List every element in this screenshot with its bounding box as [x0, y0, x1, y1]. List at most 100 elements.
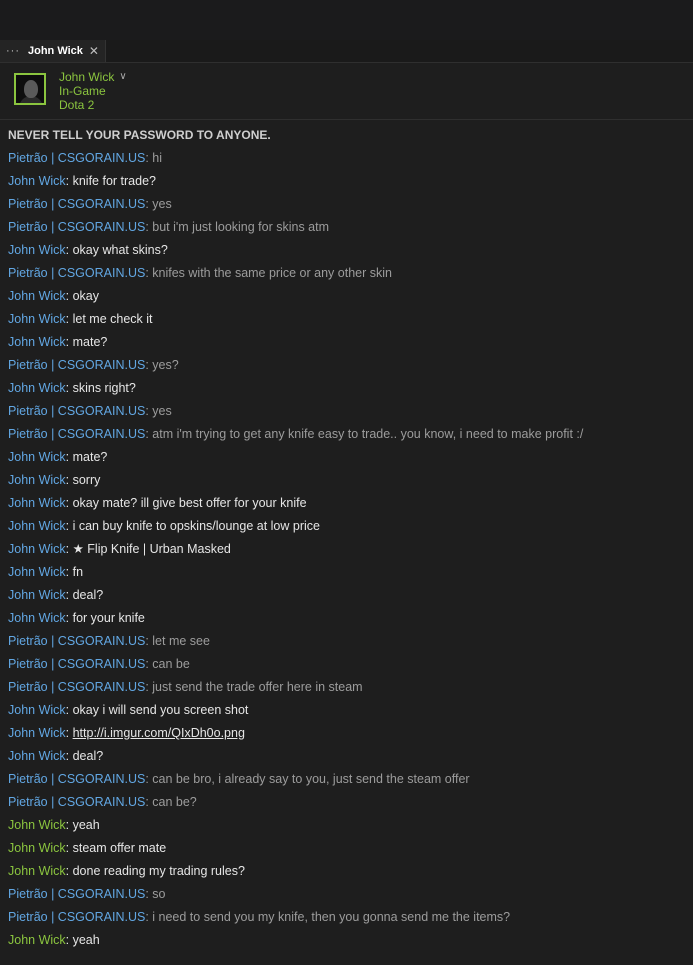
message-separator: :	[65, 841, 73, 855]
chat-message: Pietrão | CSGORAIN.US: can be?	[8, 791, 197, 814]
chat-message: Pietrão | CSGORAIN.US: yes?	[8, 354, 179, 377]
chat-message: John Wick: yeah	[8, 929, 100, 952]
message-text: yeah	[72, 818, 100, 832]
message-sender[interactable]: John Wick	[8, 565, 66, 579]
message-separator: :	[65, 174, 73, 188]
chat-message: John Wick: i can buy knife to opskins/lo…	[8, 515, 320, 538]
message-sender[interactable]: Pietrão | CSGORAIN.US	[8, 657, 145, 671]
message-sender[interactable]: Pietrão | CSGORAIN.US	[8, 680, 145, 694]
message-text: let me check it	[72, 312, 153, 326]
friend-header: John Wick ∨ In-Game Dota 2	[0, 63, 693, 120]
message-text: yes	[152, 197, 172, 211]
chat-message: Pietrão | CSGORAIN.US: just send the tra…	[8, 676, 363, 699]
message-sender[interactable]: Pietrão | CSGORAIN.US	[8, 220, 145, 234]
close-icon[interactable]: ✕	[89, 44, 99, 58]
chat-message: John Wick: http://i.imgur.com/QIxDh0o.pn…	[8, 722, 245, 745]
message-sender[interactable]: Pietrão | CSGORAIN.US	[8, 910, 145, 924]
message-sender[interactable]: John Wick	[8, 611, 66, 625]
message-text: so	[152, 887, 166, 901]
message-sender[interactable]: Pietrão | CSGORAIN.US	[8, 887, 145, 901]
chat-log[interactable]: NEVER TELL YOUR PASSWORD TO ANYONE. Piet…	[0, 120, 693, 965]
message-sender[interactable]: John Wick	[8, 588, 66, 602]
message-sender[interactable]: Pietrão | CSGORAIN.US	[8, 358, 145, 372]
message-text: yeah	[72, 933, 100, 947]
message-separator: :	[65, 749, 73, 763]
chat-message: John Wick: yeah	[8, 814, 100, 837]
tab-john-wick[interactable]: ··· John Wick ✕	[0, 40, 106, 62]
message-separator: :	[65, 289, 73, 303]
message-sender[interactable]: John Wick	[8, 381, 66, 395]
message-sender[interactable]: John Wick	[8, 864, 66, 878]
message-sender[interactable]: Pietrão | CSGORAIN.US	[8, 266, 145, 280]
message-separator: :	[65, 542, 73, 556]
message-sender[interactable]: Pietrão | CSGORAIN.US	[8, 427, 145, 441]
friend-game: Dota 2	[59, 98, 95, 112]
message-sender[interactable]: John Wick	[8, 749, 66, 763]
tab-menu-icon[interactable]: ···	[6, 45, 20, 57]
message-sender[interactable]: John Wick	[8, 841, 66, 855]
chat-message: John Wick: okay	[8, 285, 99, 308]
message-sender[interactable]: John Wick	[8, 289, 66, 303]
message-separator: :	[65, 519, 73, 533]
avatar[interactable]	[14, 73, 46, 105]
message-text: steam offer mate	[72, 841, 167, 855]
message-sender[interactable]: John Wick	[8, 312, 66, 326]
message-sender[interactable]: John Wick	[8, 450, 66, 464]
message-separator: :	[65, 588, 73, 602]
message-sender[interactable]: John Wick	[8, 519, 66, 533]
chat-message: John Wick: ★ Flip Knife | Urban Masked	[8, 538, 231, 561]
message-text: yes	[152, 404, 172, 418]
password-warning: NEVER TELL YOUR PASSWORD TO ANYONE.	[8, 128, 271, 142]
message-sender[interactable]: Pietrão | CSGORAIN.US	[8, 772, 145, 786]
message-text: deal?	[72, 588, 104, 602]
message-separator: :	[65, 864, 73, 878]
message-text: can be	[152, 657, 190, 671]
message-separator: :	[65, 496, 73, 510]
message-text: okay i will send you screen shot	[72, 703, 249, 717]
message-sender[interactable]: John Wick	[8, 703, 66, 717]
message-sender[interactable]: John Wick	[8, 174, 66, 188]
message-text: but i'm just looking for skins atm	[152, 220, 330, 234]
chat-message: John Wick: mate?	[8, 331, 107, 354]
message-separator: :	[65, 933, 73, 947]
friend-name: John Wick	[59, 70, 115, 84]
message-sender[interactable]: John Wick	[8, 243, 66, 257]
message-separator: :	[65, 726, 73, 740]
message-text: atm i'm trying to get any knife easy to …	[152, 427, 584, 441]
chat-message: John Wick: okay mate? ill give best offe…	[8, 492, 307, 515]
message-sender[interactable]: Pietrão | CSGORAIN.US	[8, 151, 145, 165]
message-sender[interactable]: John Wick	[8, 818, 66, 832]
message-sender[interactable]: John Wick	[8, 726, 66, 740]
chat-message: Pietrão | CSGORAIN.US: i need to send yo…	[8, 906, 510, 929]
message-sender[interactable]: Pietrão | CSGORAIN.US	[8, 634, 145, 648]
message-separator: :	[65, 703, 73, 717]
message-sender[interactable]: John Wick	[8, 473, 66, 487]
message-link[interactable]: http://i.imgur.com/QIxDh0o.png	[73, 726, 245, 740]
message-text: fn	[72, 565, 84, 579]
message-separator: :	[65, 381, 73, 395]
chat-message: Pietrão | CSGORAIN.US: hi	[8, 147, 162, 170]
friend-info: John Wick ∨ In-Game Dota 2	[59, 70, 127, 112]
message-sender[interactable]: John Wick	[8, 542, 66, 556]
message-sender[interactable]: Pietrão | CSGORAIN.US	[8, 197, 145, 211]
chat-message: Pietrão | CSGORAIN.US: yes	[8, 400, 172, 423]
message-sender[interactable]: John Wick	[8, 496, 66, 510]
chat-message: John Wick: okay what skins?	[8, 239, 168, 262]
message-separator: :	[65, 818, 73, 832]
chevron-down-icon[interactable]: ∨	[119, 70, 126, 84]
message-separator: :	[65, 565, 73, 579]
message-sender[interactable]: John Wick	[8, 933, 66, 947]
message-separator: :	[65, 243, 73, 257]
message-text: can be bro, i already say to you, just s…	[152, 772, 470, 786]
message-text: let me see	[152, 634, 210, 648]
message-text: sorry	[72, 473, 101, 487]
message-text: skins right?	[72, 381, 136, 395]
message-sender[interactable]: Pietrão | CSGORAIN.US	[8, 404, 145, 418]
message-sender[interactable]: Pietrão | CSGORAIN.US	[8, 795, 145, 809]
message-sender[interactable]: John Wick	[8, 335, 66, 349]
message-text: yes?	[152, 358, 179, 372]
message-separator: :	[65, 611, 73, 625]
friend-name-dropdown[interactable]: John Wick ∨	[59, 70, 127, 84]
message-text: knife for trade?	[72, 174, 156, 188]
message-separator: :	[65, 450, 73, 464]
